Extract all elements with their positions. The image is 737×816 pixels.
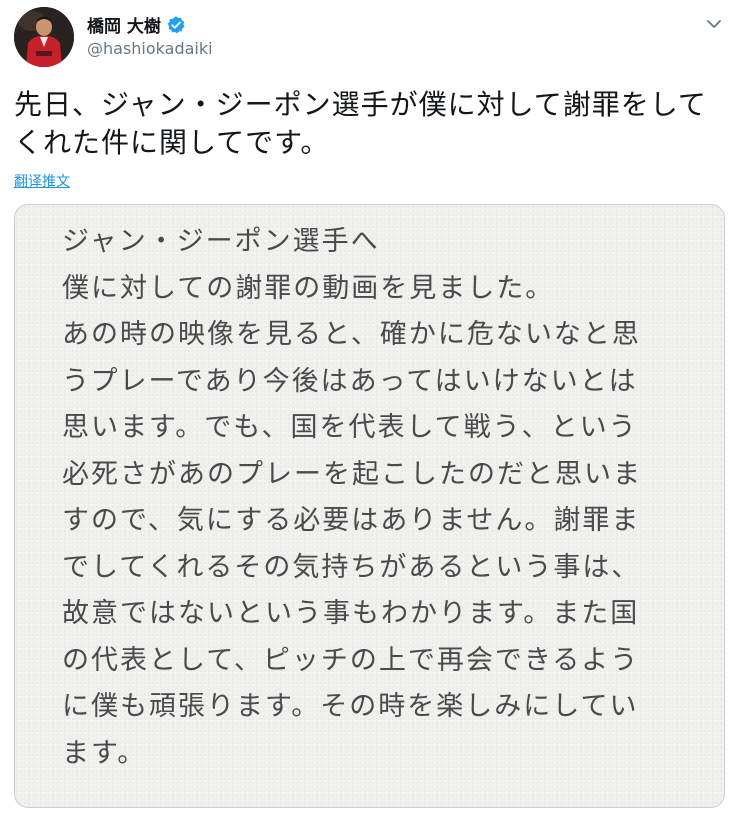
display-name-text[interactable]: 橋岡 大樹 [87, 12, 161, 37]
display-name[interactable]: 橋岡 大樹 [87, 12, 186, 37]
verified-badge-icon [166, 15, 186, 35]
image-text-line: でしてくれるその気持ちがあるという事は、 [62, 551, 641, 583]
image-text-line: ます。 [62, 737, 147, 769]
image-text-line: あの時の映像を見ると、確かに危ないなと思 [62, 319, 641, 350]
image-text: ジャン・ジーポン選手へ 僕に対しての謝罪の動画を見ました。 あの時の映像を見ると… [62, 219, 642, 777]
translate-tweet-link[interactable]: 翻译推文 [14, 171, 70, 191]
tweet-text-line: 先日、ジャン・ジーポン選手が僕に対して謝罪をして [14, 88, 707, 121]
tweet-text-line: くれた件に関してです。 [14, 126, 330, 159]
image-text-line: 思います。でも、国を代表して戦う、という [62, 412, 638, 443]
user-handle[interactable]: @hashiokadaiki [87, 39, 213, 58]
image-text-line: うプレーであり今後はあってはいけないとは [62, 365, 638, 397]
image-text-line: に僕も頑張ります。その時を楽しみにしてい [62, 691, 639, 722]
image-text-line: 僕に対しての謝罪の動画を見ました。 [62, 272, 555, 304]
tweet-text: 先日、ジャン・ジーポン選手が僕に対して謝罪をして くれた件に関してです。 [14, 86, 719, 162]
image-text-line: ジャン・ジーポン選手へ [62, 226, 380, 257]
image-text-line: 故意ではないという事もわかります。また国 [62, 598, 640, 629]
avatar[interactable] [14, 7, 74, 67]
image-text-line: すので、気にする必要はありません。謝罪ま [62, 505, 641, 536]
tweet-image[interactable]: ジャン・ジーポン選手へ 僕に対しての謝罪の動画を見ました。 あの時の映像を見ると… [14, 204, 725, 808]
chevron-down-icon[interactable] [705, 15, 723, 33]
image-text-line: 必死さがあのプレーを起こしたのだと思いま [62, 458, 642, 490]
image-text-line: の代表として、ピッチの上で再会できるよう [62, 644, 640, 676]
tweet: 橋岡 大樹 @hashiokadaiki 先日、ジャン・ジーポン選手が僕に対して… [0, 0, 737, 816]
